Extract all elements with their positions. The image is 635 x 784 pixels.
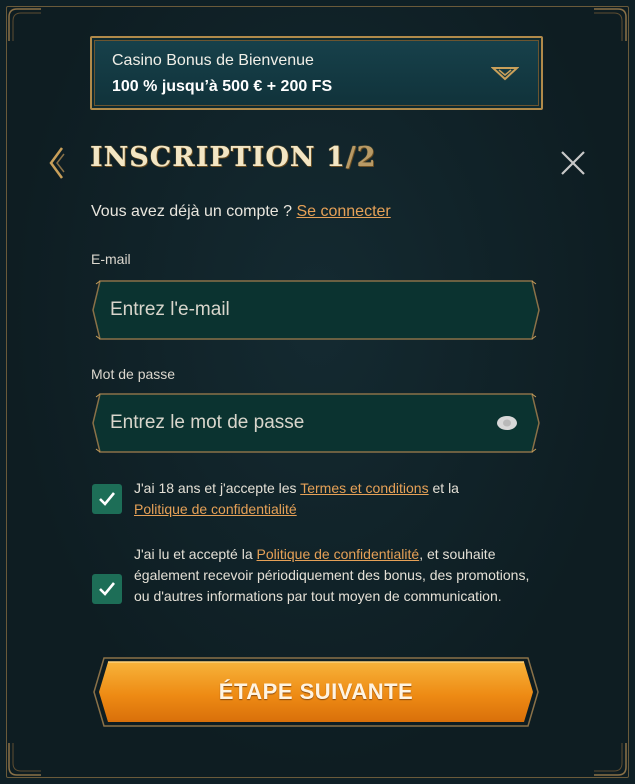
chevron-down-icon[interactable] <box>491 66 519 82</box>
corner-ornament <box>592 7 628 43</box>
consent-age-checkbox[interactable] <box>92 484 122 514</box>
corner-ornament <box>7 741 43 777</box>
consent-marketing-text-before: J'ai lu et accepté la <box>134 546 257 562</box>
consent-age-text: J'ai 18 ans et j'accepte les Termes et c… <box>134 478 544 520</box>
eye-icon[interactable] <box>496 414 518 432</box>
login-prompt: Vous avez déjà un compte ? Se connecter <box>91 203 391 221</box>
email-label: E-mail <box>91 251 131 267</box>
privacy-link[interactable]: Politique de confidentialité <box>257 546 420 562</box>
consent-marketing-text: J'ai lu et accepté la Politique de confi… <box>134 544 544 607</box>
title-text: INSCRIPTION 1 <box>90 142 346 173</box>
consent-marketing-checkbox[interactable] <box>92 574 122 604</box>
corner-ornament <box>592 741 628 777</box>
password-input[interactable] <box>110 407 490 439</box>
consent-age-text-middle: et la <box>428 480 459 496</box>
consent-age-text-before: J'ai 18 ans et j'accepte les <box>134 480 301 496</box>
chevron-left-icon[interactable] <box>48 146 66 180</box>
checkmark-icon <box>99 582 116 596</box>
terms-link[interactable]: Termes et conditions <box>300 480 428 496</box>
bonus-title: Casino Bonus de Bienvenue <box>112 52 314 69</box>
password-field-container <box>92 393 540 453</box>
bonus-offer: 100 % jusqu’à 500 € + 200 FS <box>112 78 333 95</box>
close-icon[interactable] <box>560 150 586 176</box>
login-link[interactable]: Se connecter <box>296 203 390 220</box>
checkmark-icon <box>99 492 116 506</box>
corner-ornament <box>7 7 43 43</box>
page-title: INSCRIPTION 1/2 <box>90 142 376 173</box>
password-label: Mot de passe <box>91 366 176 382</box>
title-step-suffix: /2 <box>345 142 377 173</box>
next-step-button[interactable]: ÉTAPE SUIVANTE <box>92 656 540 728</box>
email-input[interactable] <box>110 294 490 326</box>
bonus-selector[interactable]: Casino Bonus de Bienvenue 100 % jusqu’à … <box>90 36 543 110</box>
login-prompt-text: Vous avez déjà un compte ? <box>91 203 297 220</box>
privacy-link[interactable]: Politique de confidentialité <box>134 501 297 517</box>
next-step-label: ÉTAPE SUIVANTE <box>218 679 414 704</box>
email-field-container <box>92 280 540 340</box>
